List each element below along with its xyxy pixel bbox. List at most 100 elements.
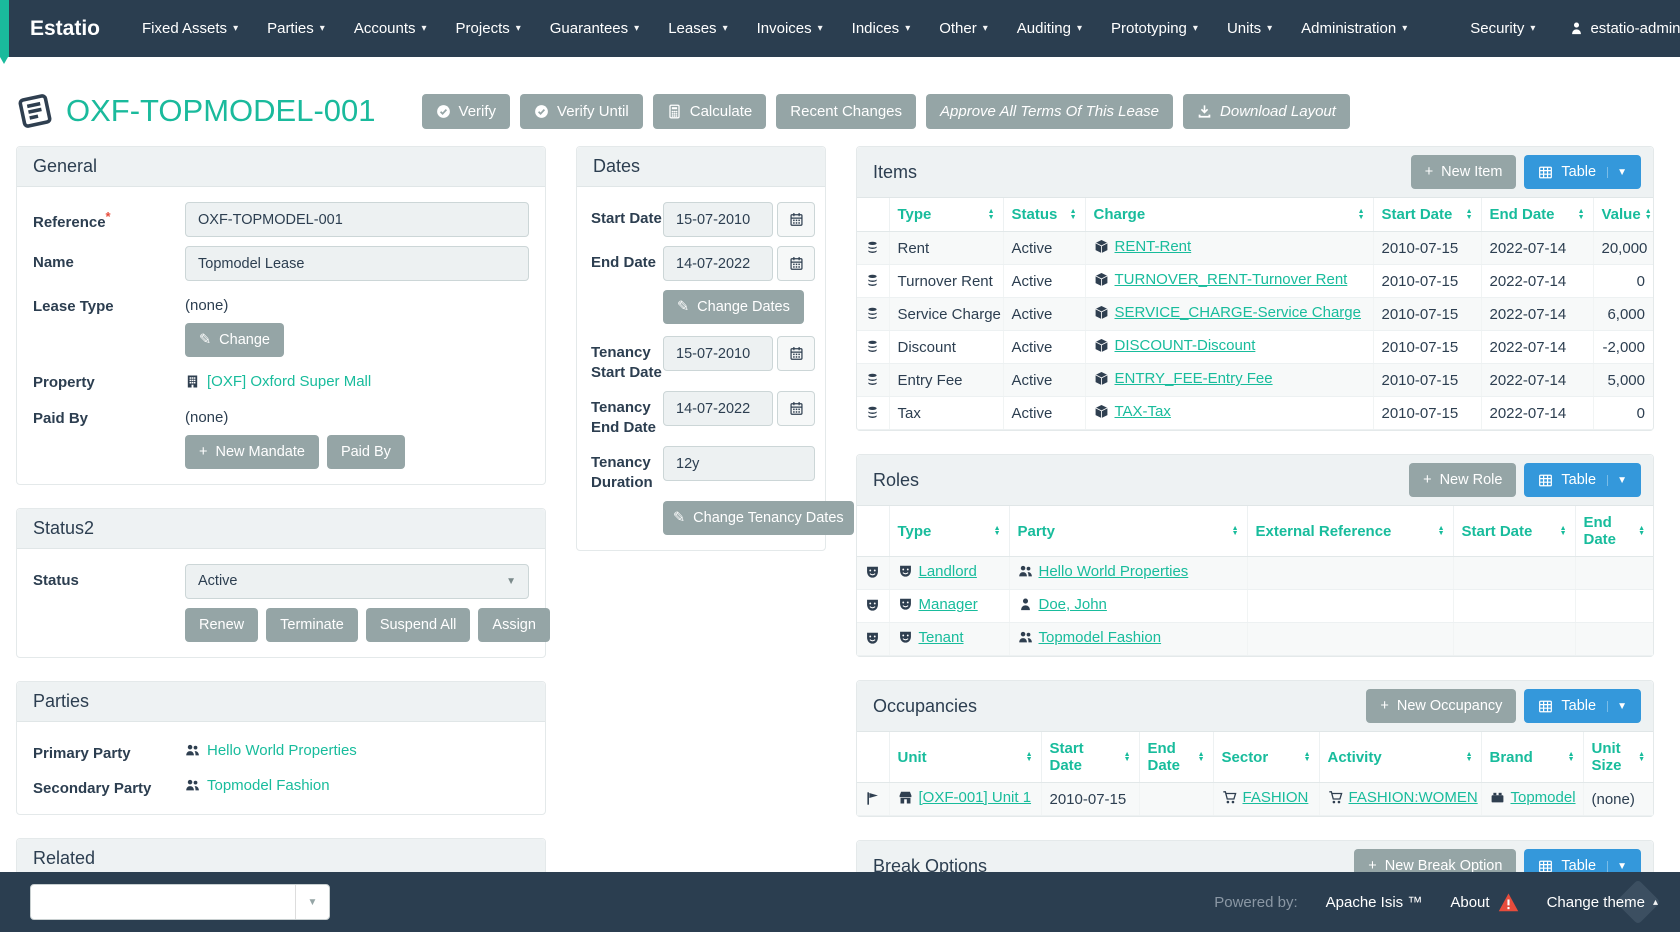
coins-icon — [865, 273, 880, 288]
primary-party-link[interactable]: Hello World Properties — [207, 742, 357, 759]
menu-administration[interactable]: Administration▾ — [1301, 20, 1407, 37]
sort-icon: ▲▼ — [1026, 752, 1033, 763]
new-item-button[interactable]: +New Item — [1411, 155, 1517, 189]
items-value-column[interactable]: Value▲▼ — [1593, 198, 1653, 232]
calendar-icon — [789, 401, 804, 416]
tenancy-end-date-input[interactable] — [663, 391, 773, 426]
menu-other[interactable]: Other▾ — [939, 20, 988, 37]
items-status-column[interactable]: Status▲▼ — [1003, 198, 1085, 232]
charge-link[interactable]: DISCOUNT-Discount — [1115, 337, 1256, 354]
role-party-link[interactable]: Doe, John — [1039, 596, 1107, 613]
secondary-party-link[interactable]: Topmodel Fashion — [207, 777, 330, 794]
warning-icon — [1498, 892, 1519, 913]
roles-table: Type▲▼ Party▲▼ External Reference▲▼ Star… — [857, 506, 1653, 656]
occupancies-unit-column[interactable]: Unit▲▼ — [889, 732, 1041, 783]
items-start-column[interactable]: Start Date▲▼ — [1373, 198, 1481, 232]
change-theme-link[interactable]: Change theme▴ — [1547, 894, 1658, 911]
menu-leases[interactable]: Leases▾ — [668, 20, 727, 37]
roles-table-view-button[interactable]: Table▼ — [1524, 463, 1641, 497]
charge-link[interactable]: ENTRY_FEE-Entry Fee — [1115, 370, 1273, 387]
footer-object-select[interactable]: ▼ — [30, 884, 330, 920]
change-dates-button[interactable]: ✎Change Dates — [663, 290, 804, 324]
items-end-column[interactable]: End Date▲▼ — [1481, 198, 1593, 232]
start-date-calendar-button[interactable] — [777, 202, 815, 237]
role-type-link[interactable]: Manager — [919, 596, 978, 613]
occupancies-table-view-button[interactable]: Table▼ — [1524, 689, 1641, 723]
start-date-input[interactable] — [663, 202, 773, 237]
charge-cube-icon — [1094, 239, 1109, 254]
new-role-button[interactable]: +New Role — [1409, 463, 1516, 497]
change-lease-type-button[interactable]: ✎Change — [185, 323, 284, 357]
occupancies-start-column[interactable]: Start Date▲▼ — [1041, 732, 1139, 783]
menu-accounts[interactable]: Accounts▾ — [354, 20, 427, 37]
roles-panel-header: Roles +New Role Table▼ — [857, 455, 1653, 506]
new-occupancy-button[interactable]: +New Occupancy — [1366, 689, 1516, 723]
unit-link[interactable]: [OXF-001] Unit 1 — [919, 789, 1032, 806]
occupancies-activity-column[interactable]: Activity▲▼ — [1319, 732, 1481, 783]
brand-logo[interactable]: Estatio — [30, 17, 100, 41]
menu-user[interactable]: estatio-admin▾ — [1569, 20, 1680, 37]
suspend-all-button[interactable]: Suspend All — [366, 608, 471, 642]
charge-link[interactable]: SERVICE_CHARGE-Service Charge — [1115, 304, 1361, 321]
menu-prototyping[interactable]: Prototyping▾ — [1111, 20, 1198, 37]
role-party-link[interactable]: Hello World Properties — [1039, 563, 1189, 580]
occupancies-end-column[interactable]: End Date▲▼ — [1139, 732, 1213, 783]
approve-all-terms-button[interactable]: Approve All Terms Of This Lease — [926, 94, 1173, 129]
renew-button[interactable]: Renew — [185, 608, 258, 642]
tenancy-start-calendar-button[interactable] — [777, 336, 815, 371]
occupancies-sector-column[interactable]: Sector▲▼ — [1213, 732, 1319, 783]
roles-party-column[interactable]: Party▲▼ — [1009, 506, 1247, 557]
role-party-link[interactable]: Topmodel Fashion — [1039, 629, 1162, 646]
new-mandate-button[interactable]: +New Mandate — [185, 435, 319, 469]
brand-link[interactable]: Topmodel — [1511, 789, 1576, 806]
tenancy-duration-input[interactable] — [663, 446, 815, 481]
name-input[interactable] — [185, 246, 529, 281]
people-icon — [185, 778, 200, 793]
assign-button[interactable]: Assign — [478, 608, 550, 642]
charge-link[interactable]: TAX-Tax — [1115, 403, 1171, 420]
property-link[interactable]: [OXF] Oxford Super Mall — [207, 373, 371, 390]
terminate-button[interactable]: Terminate — [266, 608, 358, 642]
menu-projects[interactable]: Projects▾ — [456, 20, 521, 37]
sector-link[interactable]: FASHION — [1243, 789, 1309, 806]
occupancies-brand-column[interactable]: Brand▲▼ — [1481, 732, 1583, 783]
role-type-link[interactable]: Tenant — [919, 629, 964, 646]
paid-by-button[interactable]: Paid By — [327, 435, 405, 469]
role-type-link[interactable]: Landlord — [919, 563, 977, 580]
roles-start-column[interactable]: Start Date▲▼ — [1453, 506, 1575, 557]
secondary-party-label: Secondary Party — [33, 772, 185, 799]
occupancies-size-column[interactable]: Unit Size▲▼ — [1583, 732, 1653, 783]
items-charge-column[interactable]: Charge▲▼ — [1085, 198, 1373, 232]
about-link[interactable]: About — [1450, 892, 1518, 913]
tenancy-start-date-input[interactable] — [663, 336, 773, 371]
charge-link[interactable]: TURNOVER_RENT-Turnover Rent — [1115, 271, 1348, 288]
verify-until-button[interactable]: Verify Until — [520, 94, 643, 129]
recent-changes-button[interactable]: Recent Changes — [776, 94, 916, 129]
activity-link[interactable]: FASHION:WOMEN — [1349, 789, 1478, 806]
end-date-calendar-button[interactable] — [777, 246, 815, 281]
tenancy-end-calendar-button[interactable] — [777, 391, 815, 426]
roles-end-column[interactable]: End Date▲▼ — [1575, 506, 1653, 557]
menu-security[interactable]: Security▾ — [1470, 20, 1535, 37]
menu-parties[interactable]: Parties▾ — [267, 20, 325, 37]
menu-guarantees[interactable]: Guarantees▾ — [550, 20, 639, 37]
end-date-input[interactable] — [663, 246, 773, 281]
verify-button[interactable]: Verify — [422, 94, 511, 129]
menu-units[interactable]: Units▾ — [1227, 20, 1272, 37]
download-layout-button[interactable]: Download Layout — [1183, 94, 1350, 129]
table-grid-icon — [1538, 699, 1553, 714]
reference-input[interactable] — [185, 202, 529, 237]
items-type-column[interactable]: Type▲▼ — [889, 198, 1003, 232]
change-tenancy-dates-button[interactable]: ✎Change Tenancy Dates — [663, 501, 854, 535]
items-table-view-button[interactable]: Table▼ — [1524, 155, 1641, 189]
charge-link[interactable]: RENT-Rent — [1115, 238, 1192, 255]
apache-isis-link[interactable]: Apache Isis ™ — [1326, 894, 1423, 911]
roles-ext-ref-column[interactable]: External Reference▲▼ — [1247, 506, 1453, 557]
status-select[interactable]: Active▼ — [185, 564, 529, 599]
calculate-button[interactable]: Calculate — [653, 94, 767, 129]
menu-indices[interactable]: Indices▾ — [852, 20, 911, 37]
menu-invoices[interactable]: Invoices▾ — [757, 20, 823, 37]
menu-fixed-assets[interactable]: Fixed Assets▾ — [142, 20, 238, 37]
roles-type-column[interactable]: Type▲▼ — [889, 506, 1009, 557]
menu-auditing[interactable]: Auditing▾ — [1017, 20, 1082, 37]
